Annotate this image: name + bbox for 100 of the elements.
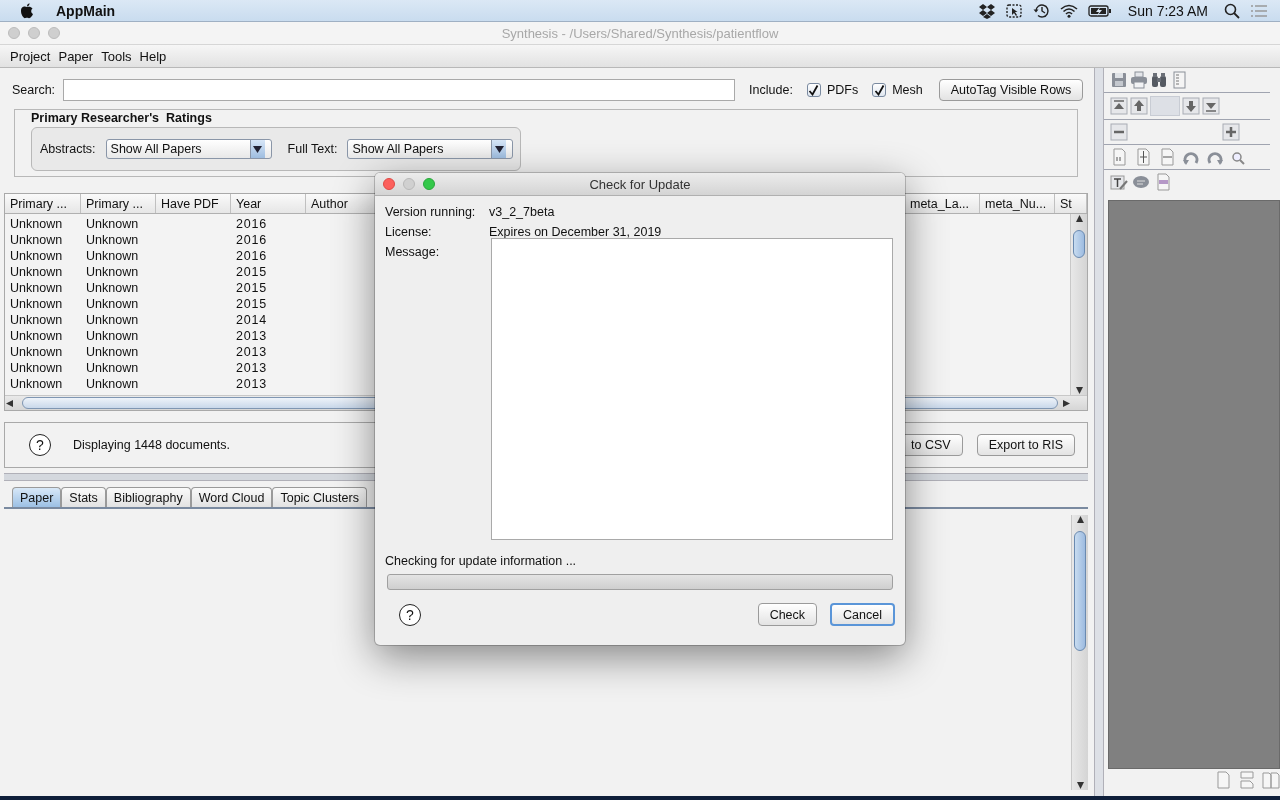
column-header[interactable]: Year — [231, 194, 306, 213]
page-up-icon[interactable] — [1130, 97, 1148, 115]
continuous-page-icon[interactable] — [1238, 771, 1256, 789]
column-header[interactable]: Primary ... — [81, 194, 156, 213]
scrollbar-thumb[interactable] — [1073, 230, 1085, 258]
window-control[interactable] — [8, 27, 20, 39]
help-button[interactable]: ? — [399, 603, 421, 626]
checkbox-label[interactable]: PDFs — [826, 83, 859, 97]
menu-item[interactable]: Tools — [101, 48, 132, 64]
window-title: Synthesis - /Users/Shared/Synthesis/patientflow — [500, 25, 780, 41]
tab[interactable]: Topic Clusters — [272, 487, 367, 507]
table-cell-text: Unknown — [9, 328, 64, 344]
tab[interactable]: Word Cloud — [190, 487, 273, 507]
table-cell-text: 2015 — [235, 296, 268, 312]
column-header[interactable]: Primary ... — [5, 194, 81, 213]
filter-dropdown[interactable]: Show All Papers — [347, 139, 514, 159]
menu-item[interactable]: Paper — [58, 48, 94, 64]
dialog-title: Check for Update — [588, 176, 692, 192]
dropbox-icon[interactable] — [977, 2, 996, 19]
caret-icon[interactable] — [253, 145, 263, 153]
battery-icon[interactable] — [1087, 3, 1112, 18]
dialog-button[interactable]: Check — [757, 603, 818, 626]
zoom-out-icon[interactable] — [1110, 123, 1128, 141]
table-cell-text: 2013 — [235, 376, 268, 392]
single-page-icon[interactable] — [1214, 771, 1232, 789]
table-cell-text: 2016 — [235, 232, 268, 248]
text-edit-icon[interactable] — [1110, 173, 1128, 191]
scroll-down-arrow-icon[interactable] — [1075, 781, 1085, 790]
table-cell-text: Unknown — [9, 344, 64, 360]
scroll-left-arrow-icon[interactable] — [5, 398, 14, 408]
field-value: v3_2_7beta — [489, 205, 555, 219]
vertical-scrollbar[interactable] — [1070, 214, 1087, 395]
table-cell-text: 2016 — [235, 216, 268, 232]
table-cell-text: 2015 — [235, 264, 268, 280]
list-icon[interactable] — [1250, 3, 1268, 18]
zoom-in-icon[interactable] — [1222, 123, 1240, 141]
page-number-field[interactable] — [1150, 96, 1180, 116]
checkbox[interactable] — [806, 83, 821, 97]
table-cell-text: 2015 — [235, 280, 268, 296]
menu-item[interactable]: Help — [139, 48, 167, 64]
print-icon[interactable] — [1130, 71, 1148, 89]
table-cell-text: Unknown — [85, 376, 140, 392]
filter-label: Abstracts: — [40, 142, 96, 156]
splitter[interactable] — [1094, 68, 1104, 796]
page-down-icon[interactable] — [1182, 97, 1200, 115]
scroll-down-arrow-icon[interactable] — [1074, 386, 1084, 395]
zoom-button[interactable] — [423, 178, 435, 190]
fit-width-icon[interactable] — [1158, 148, 1176, 166]
window-control[interactable] — [48, 27, 60, 39]
save-icon[interactable] — [1110, 71, 1128, 89]
table-cell-text: Unknown — [85, 216, 140, 232]
table-cell-text: Unknown — [85, 248, 140, 264]
close-button[interactable] — [383, 178, 395, 190]
tab[interactable]: Stats — [61, 487, 106, 507]
table-cell-text: Unknown — [9, 312, 64, 328]
tab[interactable]: Bibliography — [105, 487, 191, 507]
search-field[interactable] — [63, 79, 736, 101]
note-page-icon[interactable] — [1154, 173, 1172, 191]
table-cell-text: Unknown — [9, 216, 64, 232]
last-page-icon[interactable] — [1202, 97, 1220, 115]
scroll-up-arrow-icon[interactable] — [1075, 515, 1085, 524]
window-control[interactable] — [28, 27, 40, 39]
field-label: Message: — [385, 244, 441, 261]
search-icon[interactable] — [1224, 2, 1240, 19]
menu-item[interactable]: Project — [10, 48, 51, 64]
clock-icon[interactable] — [1031, 2, 1050, 19]
include-label: Include: — [749, 83, 793, 97]
scroll-right-arrow-icon[interactable] — [1062, 398, 1071, 408]
menubar-clock[interactable]: Sun 7:23 AM — [1127, 2, 1208, 19]
wifi-icon[interactable] — [1059, 3, 1078, 18]
table-cell-text: Unknown — [85, 264, 140, 280]
checkbox-label[interactable]: Mesh — [892, 83, 923, 97]
checkbox[interactable] — [872, 83, 887, 97]
actual-size-icon[interactable] — [1110, 148, 1128, 166]
scrollbar-thumb[interactable] — [1074, 531, 1086, 651]
table-cell-text: Unknown — [85, 344, 140, 360]
first-page-icon[interactable] — [1110, 97, 1128, 115]
search-label: Search: — [12, 83, 56, 97]
tab[interactable]: Paper — [12, 487, 62, 507]
apple-logo-icon[interactable] — [20, 2, 34, 19]
dialog-button[interactable]: Cancel — [830, 603, 895, 626]
table-cell-text: Unknown — [9, 280, 64, 296]
two-page-icon[interactable] — [1262, 771, 1280, 789]
fit-page-icon[interactable] — [1134, 148, 1152, 166]
screen-capture-icon[interactable] — [1005, 2, 1022, 19]
vertical-scrollbar[interactable] — [1071, 515, 1088, 790]
help-button[interactable]: ? — [29, 434, 51, 456]
scroll-up-arrow-icon[interactable] — [1074, 214, 1084, 223]
table-cell-text: Unknown — [85, 312, 140, 328]
export-button[interactable]: Export to RIS — [976, 434, 1075, 456]
column-header[interactable]: meta_Nu... — [980, 194, 1055, 213]
caret-icon[interactable] — [494, 145, 504, 153]
app-name[interactable]: AppMain — [56, 2, 116, 19]
autotag-button[interactable]: AutoTag Visible Rows — [938, 79, 1084, 101]
status-message: Displaying 1448 documents. — [73, 438, 231, 452]
column-header[interactable]: Have PDF — [156, 194, 231, 213]
column-header[interactable]: St — [1055, 194, 1087, 213]
binoculars-icon[interactable] — [1150, 71, 1168, 89]
filter-dropdown[interactable]: Show All Papers — [105, 139, 272, 159]
field-label: License: — [385, 225, 433, 239]
